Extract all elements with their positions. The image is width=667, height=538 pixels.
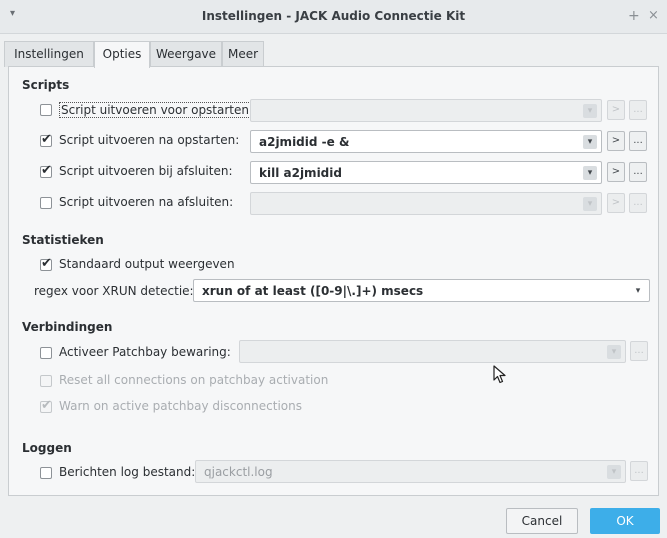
browse-after-start-button[interactable]: ... — [629, 131, 647, 151]
run-on-shutdown-button[interactable]: > — [607, 162, 625, 182]
script-before-start-label: Script uitvoeren voor opstarten: — [59, 102, 256, 118]
script-after-start-label: Script uitvoeren na opstarten: — [59, 133, 240, 147]
script-after-start-value: a2jmidid -e & — [259, 135, 350, 149]
browse-before-start-button[interactable]: ... — [629, 100, 647, 120]
stdout-checkbox[interactable] — [40, 256, 52, 271]
chevron-down-icon[interactable]: ▾ — [631, 284, 645, 298]
chevron-down-icon[interactable]: ▾ — [607, 465, 621, 479]
reset-connections-checkbox[interactable] — [40, 375, 52, 387]
script-after-shutdown-checkbox[interactable] — [40, 197, 52, 209]
tab-weergave[interactable]: Weergave — [150, 41, 222, 67]
close-icon[interactable]: × — [648, 8, 659, 23]
script-after-start-combo[interactable]: a2jmidid -e & ▾ — [250, 130, 602, 153]
log-file-checkbox[interactable] — [40, 467, 52, 479]
script-on-shutdown-checkbox[interactable] — [40, 163, 52, 178]
patchbay-label: Activeer Patchbay bewaring: — [59, 345, 231, 359]
mouse-cursor-icon — [493, 365, 506, 384]
script-after-shutdown-combo[interactable]: ▾ — [250, 192, 602, 215]
log-file-combo[interactable]: qjackctl.log ▾ — [195, 460, 626, 483]
chevron-down-icon[interactable]: ▾ — [583, 166, 597, 180]
chevron-down-icon[interactable]: ▾ — [583, 135, 597, 149]
regex-value: xrun of at least ([0-9|\.]+) msecs — [202, 284, 424, 298]
script-after-shutdown-label: Script uitvoeren na afsluiten: — [59, 195, 234, 209]
browse-log-button[interactable]: ... — [630, 461, 648, 481]
cancel-button[interactable]: Cancel — [506, 508, 578, 534]
script-before-start-combo[interactable]: ▾ — [250, 99, 602, 122]
run-before-start-button[interactable]: > — [607, 100, 625, 120]
statistieken-heading: Statistieken — [22, 233, 104, 247]
log-file-label: Berichten log bestand: — [59, 465, 196, 479]
browse-on-shutdown-button[interactable]: ... — [629, 162, 647, 182]
chevron-down-icon[interactable]: ▾ — [583, 104, 597, 118]
warn-disconnect-checkbox[interactable] — [40, 398, 52, 413]
script-on-shutdown-value: kill a2jmidid — [259, 166, 342, 180]
stdout-label: Standaard output weergeven — [59, 257, 235, 271]
log-file-value: qjackctl.log — [204, 465, 273, 479]
scripts-heading: Scripts — [22, 78, 70, 92]
run-after-shutdown-button[interactable]: > — [607, 193, 625, 213]
chevron-down-icon[interactable]: ▾ — [607, 345, 621, 359]
script-before-start-checkbox[interactable] — [40, 104, 52, 116]
regex-combo[interactable]: xrun of at least ([0-9|\.]+) msecs ▾ — [193, 279, 650, 302]
browse-after-shutdown-button[interactable]: ... — [629, 193, 647, 213]
patchbay-checkbox[interactable] — [40, 347, 52, 359]
reset-connections-label: Reset all connections on patchbay activa… — [59, 373, 329, 387]
window-title: Instellingen - JACK Audio Connectie Kit — [201, 9, 466, 23]
title-bar: ▾ Instellingen - JACK Audio Connectie Ki… — [0, 0, 667, 34]
verbindingen-heading: Verbindingen — [22, 320, 113, 334]
chevron-down-icon[interactable]: ▾ — [583, 197, 597, 211]
keep-above-icon[interactable]: + — [628, 8, 640, 24]
run-after-start-button[interactable]: > — [607, 131, 625, 151]
loggen-heading: Loggen — [22, 441, 72, 455]
script-on-shutdown-combo[interactable]: kill a2jmidid ▾ — [250, 161, 602, 184]
tab-opties[interactable]: Opties — [94, 41, 150, 68]
script-after-start-checkbox[interactable] — [40, 132, 52, 147]
warn-disconnect-label: Warn on active patchbay disconnections — [59, 399, 302, 413]
tab-instellingen[interactable]: Instellingen — [4, 41, 94, 67]
script-on-shutdown-label: Script uitvoeren bij afsluiten: — [59, 164, 233, 178]
regex-label: regex voor XRUN detectie: — [34, 284, 194, 298]
browse-patchbay-button[interactable]: ... — [630, 341, 648, 361]
patchbay-combo[interactable]: ▾ — [239, 340, 626, 363]
ok-button[interactable]: OK — [590, 508, 660, 534]
tab-meer[interactable]: Meer — [222, 41, 264, 67]
